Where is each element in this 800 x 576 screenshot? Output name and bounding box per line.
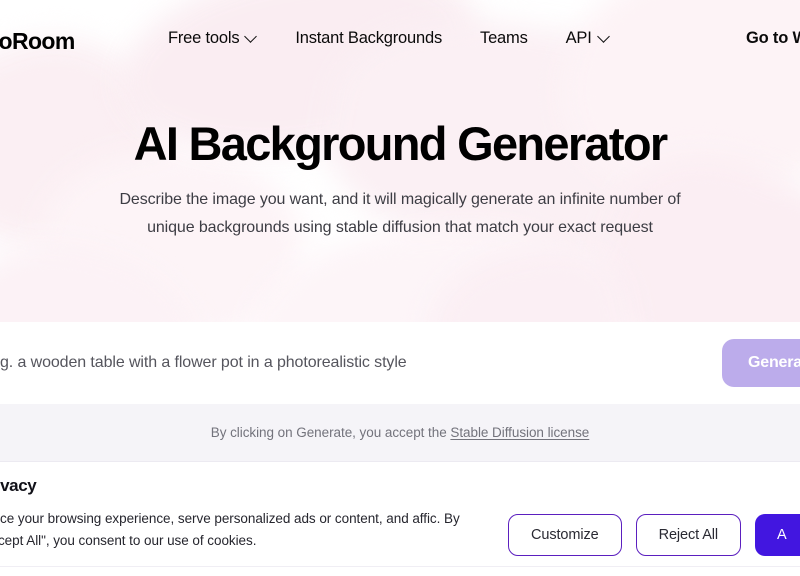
photoroom-logo[interactable]: otoRoom (0, 28, 75, 55)
nav-item-label: Instant Backgrounds (295, 29, 443, 47)
prompt-input[interactable] (0, 322, 700, 404)
page-root: otoRoom Free tools Instant Backgrounds T… (0, 0, 800, 576)
primary-nav: Free tools Instant Backgrounds Teams API (168, 29, 610, 48)
nav-item-teams[interactable]: Teams (480, 29, 528, 48)
page-title: AI Background Generator (133, 117, 669, 170)
nav-item-api[interactable]: API (566, 29, 610, 48)
nav-item-instant-backgrounds[interactable]: Instant Backgrounds (295, 29, 442, 48)
license-prefix: By clicking on Generate, you accept the (210, 425, 451, 440)
chevron-down-icon (599, 31, 610, 42)
reject-all-cookies-button[interactable]: Reject All (635, 514, 742, 556)
cookie-banner-title: your privacy (0, 476, 37, 495)
cookie-banner-actions: Customize Reject All A (508, 514, 800, 556)
stable-diffusion-license-link[interactable]: Stable Diffusion license (450, 425, 589, 440)
nav-item-free-tools[interactable]: Free tools (168, 29, 257, 48)
chevron-down-icon (246, 31, 257, 42)
cookie-banner-body: es to enhance your browsing experience, … (0, 511, 460, 548)
nav-item-label: API (565, 29, 592, 47)
license-strip: By clicking on Generate, you accept the … (0, 404, 800, 461)
go-to-web-app-link[interactable]: Go to W (746, 29, 800, 48)
hero-subtitle: Describe the image you want, and it will… (119, 191, 681, 236)
site-header: otoRoom Free tools Instant Backgrounds T… (0, 0, 800, 78)
accept-all-cookies-button[interactable]: A (755, 514, 800, 556)
nav-item-label: Free tools (168, 29, 240, 47)
banner-divider (0, 566, 800, 567)
generate-button[interactable]: Generate (722, 339, 800, 387)
license-text: By clicking on Generate, you accept the … (211, 425, 590, 440)
prompt-card: Generate (0, 322, 800, 404)
customize-cookies-button[interactable]: Customize (508, 514, 622, 556)
nav-item-label: Teams (480, 29, 528, 47)
